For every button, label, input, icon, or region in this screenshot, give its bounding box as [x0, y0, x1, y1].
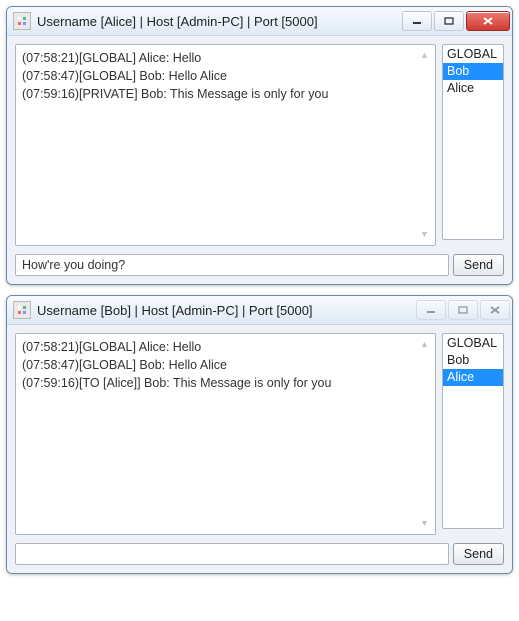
window-title: Username [Bob] | Host [Admin-PC] | Port … — [37, 303, 416, 318]
minimize-button[interactable] — [416, 300, 446, 320]
message-input[interactable] — [15, 254, 449, 276]
message-input[interactable] — [15, 543, 449, 565]
close-button[interactable] — [466, 11, 510, 31]
window-controls — [402, 11, 510, 31]
maximize-icon — [444, 17, 454, 25]
send-button[interactable]: Send — [453, 254, 504, 276]
user-list[interactable]: GLOBAL Bob Alice — [442, 44, 504, 240]
message-line: (07:59:16)[PRIVATE] Bob: This Message is… — [22, 85, 429, 103]
client-area: (07:58:21)[GLOBAL] Alice: Hello (07:58:4… — [7, 36, 512, 284]
window-controls — [416, 300, 510, 320]
window-title: Username [Alice] | Host [Admin-PC] | Por… — [37, 14, 402, 29]
close-button[interactable] — [480, 300, 510, 320]
message-line: (07:58:21)[GLOBAL] Alice: Hello — [22, 338, 429, 356]
message-log[interactable]: (07:58:21)[GLOBAL] Alice: Hello (07:58:4… — [15, 333, 436, 535]
maximize-icon — [458, 306, 468, 314]
app-icon — [13, 301, 31, 319]
scroll-down-icon: ▼ — [416, 515, 433, 532]
scroll-up-icon: ▲ — [416, 47, 433, 64]
message-line: (07:59:16)[TO [Alice]] Bob: This Message… — [22, 374, 429, 392]
scroll-up-icon: ▲ — [416, 336, 433, 353]
titlebar[interactable]: Username [Alice] | Host [Admin-PC] | Por… — [7, 7, 512, 36]
minimize-icon — [412, 17, 422, 25]
titlebar[interactable]: Username [Bob] | Host [Admin-PC] | Port … — [7, 296, 512, 325]
user-list-item-alice[interactable]: Alice — [443, 80, 503, 97]
client-area: (07:58:21)[GLOBAL] Alice: Hello (07:58:4… — [7, 325, 512, 573]
user-list-item-global[interactable]: GLOBAL — [443, 335, 503, 352]
scroll-down-icon: ▼ — [416, 226, 433, 243]
send-button[interactable]: Send — [453, 543, 504, 565]
message-line: (07:58:47)[GLOBAL] Bob: Hello Alice — [22, 356, 429, 374]
minimize-button[interactable] — [402, 11, 432, 31]
maximize-button[interactable] — [434, 11, 464, 31]
close-icon — [489, 306, 501, 314]
message-line: (07:58:47)[GLOBAL] Bob: Hello Alice — [22, 67, 429, 85]
user-list-item-bob[interactable]: Bob — [443, 352, 503, 369]
message-log[interactable]: (07:58:21)[GLOBAL] Alice: Hello (07:58:4… — [15, 44, 436, 246]
scrollbar[interactable]: ▲ ▼ — [416, 336, 433, 532]
minimize-icon — [426, 306, 436, 314]
close-icon — [482, 17, 494, 25]
scrollbar[interactable]: ▲ ▼ — [416, 47, 433, 243]
user-list-item-alice[interactable]: Alice — [443, 369, 503, 386]
chat-window: Username [Bob] | Host [Admin-PC] | Port … — [6, 295, 513, 574]
maximize-button[interactable] — [448, 300, 478, 320]
app-icon — [13, 12, 31, 30]
chat-window: Username [Alice] | Host [Admin-PC] | Por… — [6, 6, 513, 285]
user-list-item-global[interactable]: GLOBAL — [443, 46, 503, 63]
message-line: (07:58:21)[GLOBAL] Alice: Hello — [22, 49, 429, 67]
user-list[interactable]: GLOBAL Bob Alice — [442, 333, 504, 529]
user-list-item-bob[interactable]: Bob — [443, 63, 503, 80]
